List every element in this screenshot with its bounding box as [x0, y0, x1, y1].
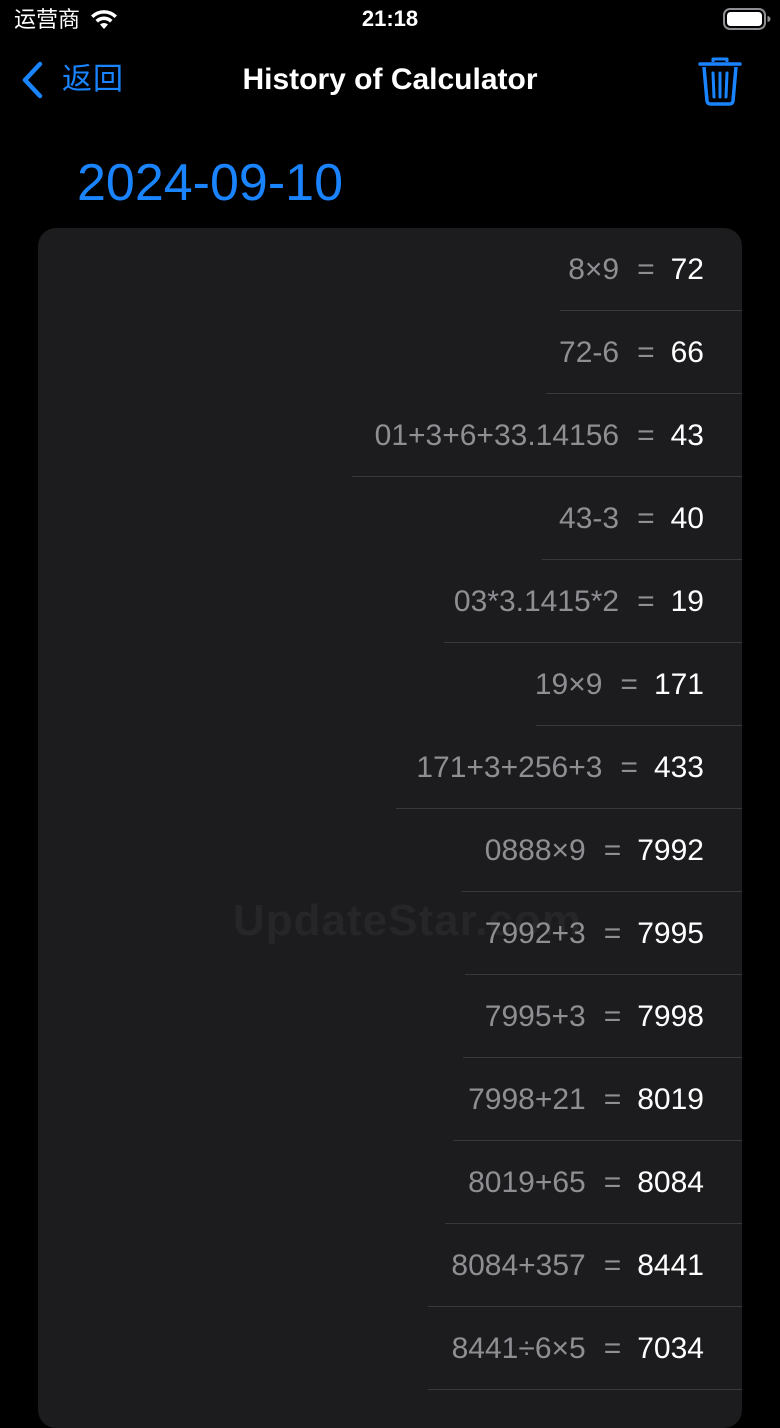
- history-row[interactable]: 03*3.1415*2 = 19: [444, 560, 742, 643]
- equals-sign: =: [603, 1165, 622, 1199]
- history-expression: 03*3.1415*2: [453, 584, 620, 618]
- history-result: 72: [670, 252, 704, 286]
- history-expression: 43-3: [559, 501, 620, 535]
- equals-sign: =: [620, 667, 638, 701]
- equals-sign: =: [603, 1082, 622, 1116]
- equals-sign: =: [603, 999, 622, 1033]
- history-row[interactable]: 8441÷6×5 = 7034: [428, 1307, 742, 1390]
- equals-sign: =: [603, 916, 622, 950]
- history-row[interactable]: 7998+21 = 8019: [453, 1058, 742, 1141]
- clock: 21:18: [361, 6, 419, 31]
- history-result: 43: [670, 418, 704, 452]
- equals-sign: =: [637, 252, 655, 286]
- history-result: 8441: [637, 1248, 704, 1282]
- history-expression: 7995+3: [484, 999, 586, 1033]
- navigation-bar: 返回 History of Calculator: [0, 44, 780, 116]
- history-expression: 8441÷6×5: [451, 1331, 586, 1365]
- history-row[interactable]: 8084+357 = 8441: [428, 1224, 742, 1307]
- history-result: 7998: [637, 999, 704, 1033]
- section-date-header: 2024-09-10: [77, 154, 343, 212]
- history-row[interactable]: 0888×9 = 7992: [462, 809, 742, 892]
- equals-sign: =: [603, 1248, 622, 1282]
- equals-sign: =: [620, 750, 638, 784]
- history-expression: 8084+357: [451, 1248, 586, 1282]
- history-expression: 7998+21: [468, 1082, 586, 1116]
- history-result: 66: [670, 335, 704, 369]
- history-result: 40: [670, 501, 704, 535]
- history-row[interactable]: 8019+65 = 8084: [445, 1141, 742, 1224]
- history-result: 7992: [637, 833, 704, 867]
- equals-sign: =: [637, 501, 655, 535]
- equals-sign: =: [637, 418, 655, 452]
- history-result: 433: [653, 750, 704, 784]
- equals-sign: =: [637, 335, 655, 369]
- history-result: 7995: [637, 916, 704, 950]
- history-expression: 0888×9: [484, 833, 586, 867]
- history-row[interactable]: 8×9 = 72: [560, 228, 742, 311]
- equals-sign: =: [603, 1331, 622, 1365]
- history-result: 8019: [637, 1082, 704, 1116]
- history-result: 171: [653, 667, 704, 701]
- battery-icon: [723, 8, 771, 30]
- history-list: UpdateStar.com 8×9 = 72 72-6 = 66 01+3+6+33.14…: [38, 228, 742, 1428]
- history-row[interactable]: 7992+3 = 7995: [465, 892, 742, 975]
- history-row[interactable]: 72-6 = 66: [546, 311, 742, 394]
- history-row[interactable]: 7995+3 = 7998: [463, 975, 742, 1058]
- history-row[interactable]: 01+3+6+33.14156 = 43: [352, 394, 742, 477]
- status-bar: 运营商 21:18: [0, 0, 780, 40]
- page-title: History of Calculator: [242, 63, 538, 96]
- history-expression: 171+3+256+3: [416, 750, 603, 784]
- row-divider: [428, 1389, 742, 1390]
- history-expression: 8019+65: [468, 1165, 586, 1199]
- history-expression: 8×9: [568, 252, 620, 286]
- history-row[interactable]: 43-3 = 40: [542, 477, 742, 560]
- history-expression: 19×9: [534, 667, 603, 701]
- history-expression: 01+3+6+33.14156: [374, 418, 620, 452]
- history-expression: 7992+3: [484, 916, 586, 950]
- equals-sign: =: [603, 833, 622, 867]
- equals-sign: =: [637, 584, 655, 618]
- history-expression: 72-6: [559, 335, 620, 369]
- history-row[interactable]: 19×9 = 171: [534, 643, 742, 726]
- history-result: 8084: [637, 1165, 704, 1199]
- history-row[interactable]: 171+3+256+3 = 433: [396, 726, 742, 809]
- history-result: 7034: [637, 1331, 704, 1365]
- trash-icon[interactable]: [698, 56, 742, 106]
- history-result: 19: [670, 584, 704, 618]
